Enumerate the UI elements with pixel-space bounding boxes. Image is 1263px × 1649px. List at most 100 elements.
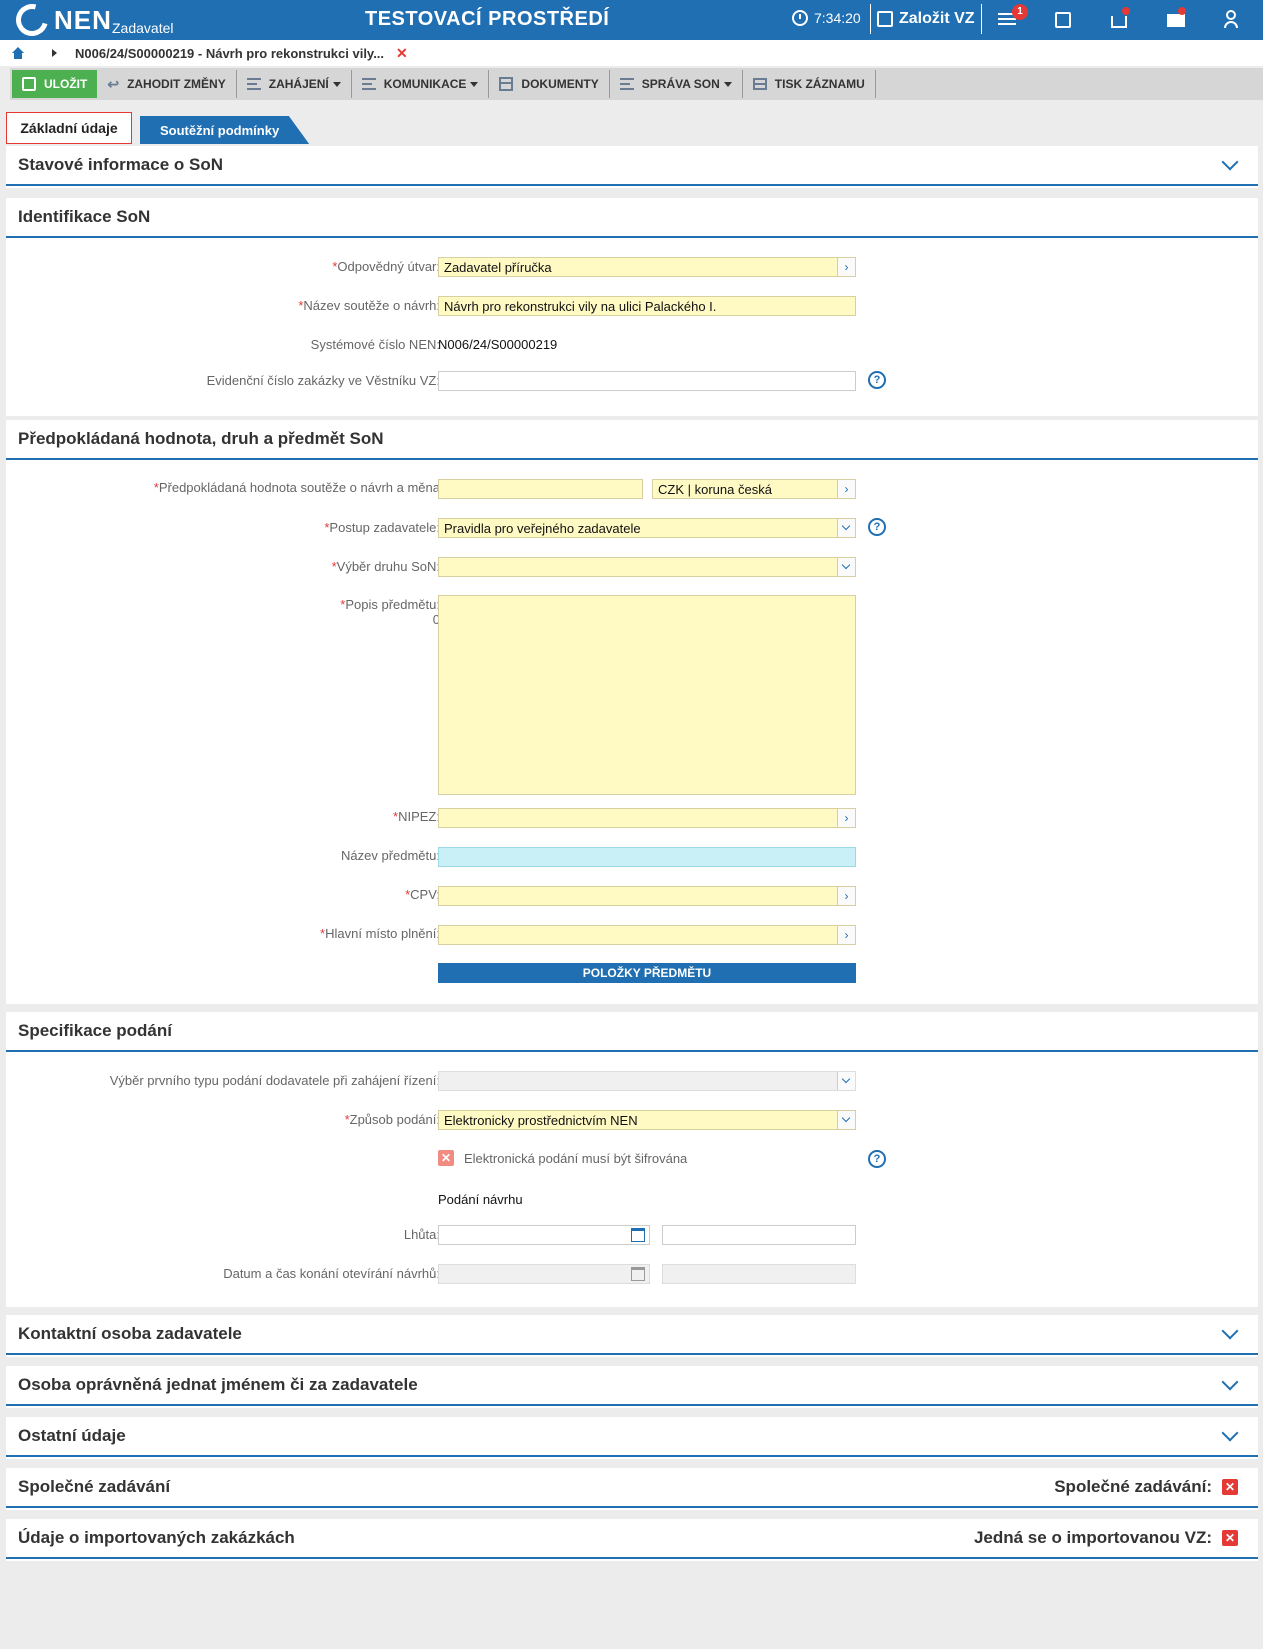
top-bar: NEN Zadavatel TESTOVACÍ PROSTŘEDÍ 7:34:2… <box>0 0 1263 42</box>
chevron-down-icon[interactable] <box>837 519 855 537</box>
nen-logo[interactable]: NEN <box>10 0 112 42</box>
opening-date-label: Datum a čas konání otevírání návrhů: <box>223 1266 440 1281</box>
section-value-header: Předpokládaná hodnota, druh a předmět So… <box>6 420 1258 460</box>
section-contact-header[interactable]: Kontaktní osoba zadavatele <box>6 1315 1258 1355</box>
close-tab-icon[interactable]: ✕ <box>396 45 408 62</box>
section-other: Ostatní údaje <box>6 1417 1258 1459</box>
currency-value: CZK | koruna česká <box>658 482 772 497</box>
help-icon[interactable]: ? <box>868 518 886 536</box>
tab-bar: Základní údaje Soutěžní podmínky <box>6 112 310 144</box>
caret-down-icon <box>723 81 732 87</box>
section-identification-header: Identifikace SoN <box>6 198 1258 238</box>
documents-label: DOKUMENTY <box>521 77 599 91</box>
manage-son-menu-button[interactable]: SPRÁVA SON <box>610 70 743 98</box>
help-icon[interactable]: ? <box>868 1150 886 1168</box>
lookup-icon[interactable]: › <box>837 887 855 905</box>
discard-changes-button[interactable]: ↩ ZAHODIT ZMĚNY <box>97 70 237 98</box>
create-vz-button[interactable]: Založit VZ <box>870 4 982 34</box>
section-value-subject: Předpokládaná hodnota, druh a předmět So… <box>6 420 1258 1004</box>
lookup-icon[interactable]: › <box>837 258 855 276</box>
communication-menu-button[interactable]: KOMUNIKACE <box>352 70 490 98</box>
section-joint-header: Společné zadávání Společné zadávání: ✕ <box>6 1468 1258 1508</box>
section-submission-header: Specifikace podání <box>6 1012 1258 1052</box>
breadcrumb-current[interactable]: N006/24/S00000219 - Návrh pro rekonstruk… <box>75 46 384 61</box>
chevron-down-icon[interactable] <box>1221 1424 1239 1442</box>
false-x-icon: ✕ <box>1222 1530 1238 1546</box>
clock-time: 7:34:20 <box>814 10 861 26</box>
communication-label: KOMUNIKACE <box>383 77 467 91</box>
inbox-alert-dot <box>1122 7 1130 15</box>
chevron-down-icon[interactable] <box>1221 1322 1239 1340</box>
system-number-value: N006/24/S00000219 <box>438 337 558 352</box>
section-other-header[interactable]: Ostatní údaje <box>6 1417 1258 1457</box>
joint-flag-label: Společné zadávání: <box>1054 1477 1212 1496</box>
tab-basic-info[interactable]: Základní údaje <box>6 112 132 144</box>
section-title: Identifikace SoN <box>18 207 151 226</box>
description-label: *Popis předmětu: <box>340 597 440 612</box>
print-label: TISK ZÁZNAMU <box>774 77 865 91</box>
lookup-icon[interactable]: › <box>837 809 855 827</box>
inbox-icon[interactable] <box>1111 16 1127 28</box>
section-title: Osoba oprávněná jednat jménem či za zada… <box>18 1375 418 1394</box>
section-identification: Identifikace SoN *Odpovědný útvar: Zadav… <box>6 198 1258 416</box>
competition-name-input[interactable]: Návrh pro rekonstrukci vily na ulici Pal… <box>438 296 856 316</box>
caret-down-icon <box>332 81 341 87</box>
home-icon[interactable] <box>12 47 24 59</box>
logo-ring-icon <box>10 0 54 42</box>
journal-number-label: Evidenční číslo zakázky ve Věstníku VZ: <box>206 373 440 388</box>
breadcrumb-arrow-icon <box>52 49 57 57</box>
cpv-field[interactable]: › <box>438 886 856 906</box>
section-title: Kontaktní osoba zadavatele <box>18 1324 242 1343</box>
tab-competition-conditions[interactable]: Soutěžní podmínky <box>140 116 310 144</box>
breadcrumb: N006/24/S00000219 - Návrh pro rekonstruk… <box>0 40 1263 66</box>
journal-number-input[interactable] <box>438 371 856 391</box>
place-label: *Hlavní místo plnění: <box>320 926 440 941</box>
section-imported: Údaje o importovaných zakázkách Jedná se… <box>6 1519 1258 1561</box>
chevron-down-icon[interactable] <box>1221 1373 1239 1391</box>
undo-icon: ↩ <box>107 75 120 92</box>
son-type-select[interactable] <box>438 557 856 577</box>
calendar-icon[interactable] <box>631 1228 645 1242</box>
help-icon[interactable]: ? <box>868 371 886 389</box>
nipez-field[interactable]: › <box>438 808 856 828</box>
place-field[interactable]: › <box>438 925 856 945</box>
calculator-icon[interactable] <box>1055 12 1071 28</box>
procedure-value: Pravidla pro veřejného zadavatele <box>444 521 641 536</box>
estimated-value-label: *Předpokládaná hodnota soutěže o návrh a… <box>153 480 440 495</box>
section-title: Společné zadávání <box>18 1477 171 1496</box>
section-imported-header: Údaje o importovaných zakázkách Jedná se… <box>6 1519 1258 1559</box>
encrypted-label: Elektronická podání musí být šifrována <box>464 1151 688 1166</box>
submission-method-select[interactable]: Elektronicky prostřednictvím NEN <box>438 1110 856 1130</box>
user-icon[interactable] <box>1224 10 1238 30</box>
chevron-down-icon[interactable] <box>837 558 855 576</box>
subject-items-button[interactable]: POLOŽKY PŘEDMĚTU <box>438 963 856 983</box>
logo-text: NEN <box>54 5 112 35</box>
first-submission-type-label: Výběr prvního typu podání dodavatele při… <box>109 1073 440 1088</box>
responsible-unit-field[interactable]: Zadavatel příručka › <box>438 257 856 277</box>
currency-field[interactable]: CZK | koruna česká › <box>652 479 856 499</box>
description-textarea[interactable] <box>438 595 856 795</box>
mail-icon[interactable] <box>1167 14 1185 27</box>
documents-button[interactable]: DOKUMENTY <box>489 70 610 98</box>
start-label: ZAHÁJENÍ <box>268 77 329 91</box>
list-icon <box>246 78 261 90</box>
print-record-button[interactable]: TISK ZÁZNAMU <box>743 70 876 98</box>
lookup-icon[interactable]: › <box>837 926 855 944</box>
procedure-select[interactable]: Pravidla pro veřejného zadavatele <box>438 518 856 538</box>
opening-date-input <box>438 1264 650 1284</box>
start-menu-button[interactable]: ZAHÁJENÍ <box>237 70 352 98</box>
chevron-down-icon[interactable] <box>837 1111 855 1129</box>
deadline-date-input[interactable] <box>438 1225 650 1245</box>
list-icon <box>619 78 634 90</box>
estimated-value-input[interactable] <box>438 479 643 499</box>
lookup-icon[interactable]: › <box>837 480 855 498</box>
encrypted-checkbox[interactable]: ✕ <box>438 1150 454 1166</box>
proposal-heading: Podání návrhu <box>438 1192 523 1207</box>
deadline-time-input[interactable] <box>662 1225 856 1245</box>
chevron-down-icon[interactable] <box>1221 153 1239 171</box>
section-title: Údaje o importovaných zakázkách <box>18 1528 295 1547</box>
section-authorized-header[interactable]: Osoba oprávněná jednat jménem či za zada… <box>6 1366 1258 1406</box>
save-button[interactable]: ULOŽIT <box>12 70 98 98</box>
section-status-header[interactable]: Stavové informace o SoN <box>6 146 1258 186</box>
section-title: Stavové informace o SoN <box>18 155 224 174</box>
